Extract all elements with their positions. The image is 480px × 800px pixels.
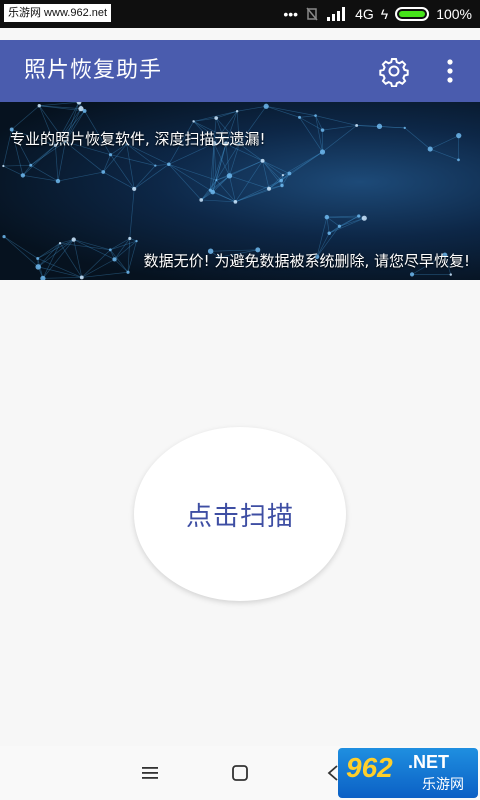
watermark-number: 962 <box>346 752 393 783</box>
app-bar: 照片恢复助手 <box>0 40 480 102</box>
status-bar: 乐游网 www.962.net ••• 4G ϟ 100% <box>0 0 480 28</box>
scan-button-label: 点击扫描 <box>185 501 294 532</box>
charging-icon: ϟ <box>380 6 389 22</box>
battery-percent: 100% <box>436 6 472 22</box>
status-indicators: ••• 4G ϟ 100% <box>283 0 472 28</box>
menu-icon[interactable] <box>142 766 158 780</box>
promo-banner: 专业的照片恢复软件, 深度扫描无遗漏! 数据无价! 为避免数据被系统删除, 请您… <box>0 102 480 280</box>
notification-dots: ••• <box>283 6 299 22</box>
scan-button[interactable]: 点击扫描 <box>134 427 346 601</box>
watermark-site-name: 乐游网 <box>422 777 464 793</box>
battery-icon <box>395 7 430 21</box>
watermark-net: .NET <box>408 752 450 772</box>
signal-icon <box>327 7 346 21</box>
watermark-badge: 乐游网 www.962.net <box>4 4 112 22</box>
app-title: 照片恢复助手 <box>24 58 163 83</box>
watermark-logo: 962 .NET 乐游网 <box>338 748 478 798</box>
network-type: 4G <box>355 6 374 22</box>
settings-button[interactable] <box>378 55 410 88</box>
banner-headline: 专业的照片恢复软件, 深度扫描无遗漏! <box>10 130 266 148</box>
no-sim-icon <box>306 7 318 21</box>
banner-subline: 数据无价! 为避免数据被系统删除, 请您尽早恢复! <box>143 252 470 270</box>
home-icon[interactable] <box>232 765 248 781</box>
more-vert-icon <box>447 59 453 83</box>
overflow-menu-button[interactable] <box>440 54 460 88</box>
gear-icon <box>379 58 409 88</box>
